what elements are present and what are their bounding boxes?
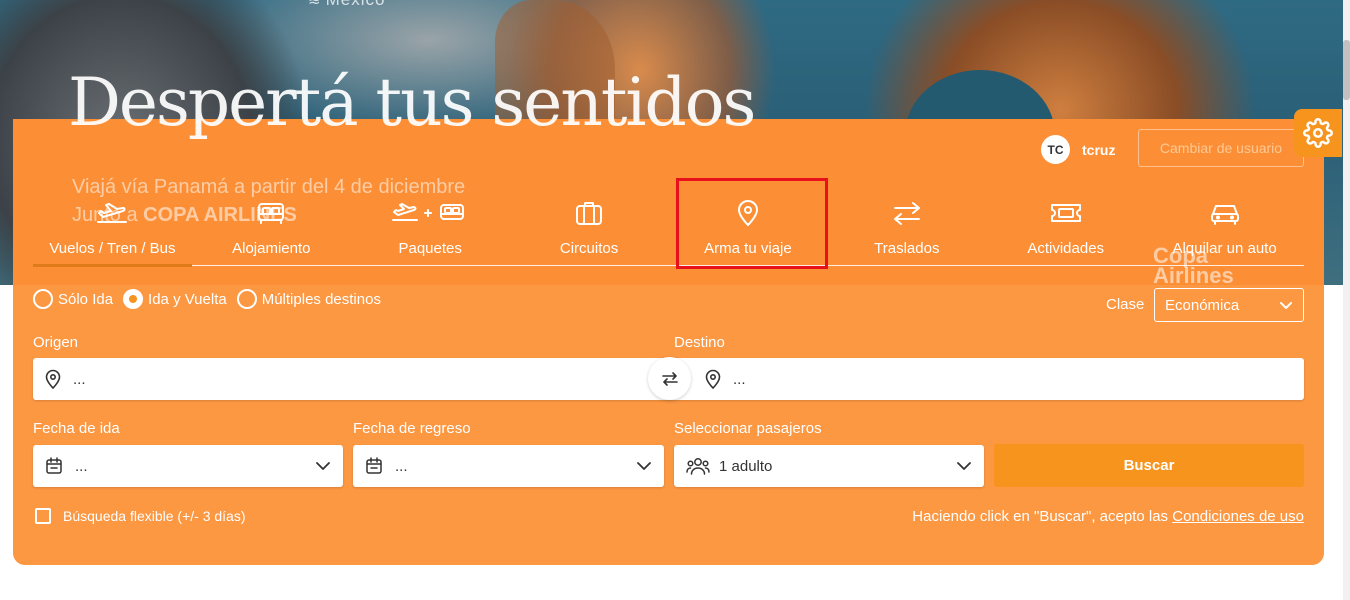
tab-circuitos[interactable]: Circuitos (510, 190, 669, 265)
calendar-icon (46, 457, 62, 474)
bed-icon (258, 203, 285, 224)
search-button[interactable]: Buscar (994, 444, 1304, 487)
departure-date-input[interactable]: ... (33, 445, 343, 487)
passengers-select[interactable]: 1 adulto (674, 445, 984, 487)
destination-label: Destino (674, 334, 725, 351)
change-user-button[interactable]: Cambiar de usuario (1138, 129, 1304, 167)
radio-dot (33, 289, 53, 309)
tab-paquetes[interactable]: Paquetes (351, 190, 510, 265)
settings-button[interactable] (1294, 109, 1342, 157)
chevron-down-icon (957, 462, 971, 470)
tab-label: Arma tu viaje (704, 240, 792, 257)
scrollbar[interactable] (1343, 0, 1350, 600)
product-tabs: Vuelos / Tren / Bus Alojamiento Paquetes… (33, 190, 1304, 267)
tab-actividades[interactable]: Actividades (986, 190, 1145, 265)
tab-vuelos[interactable]: Vuelos / Tren / Bus (33, 190, 192, 267)
plane-plus-bed-icon (392, 203, 465, 221)
map-pin-icon (705, 369, 721, 389)
swap-button[interactable] (648, 357, 691, 400)
destination-value: ... (733, 370, 746, 388)
flexible-checkbox[interactable] (35, 508, 51, 524)
destination-input[interactable]: ... (669, 358, 1304, 400)
terms-link[interactable]: Condiciones de uso (1172, 508, 1304, 525)
chevron-down-icon (316, 462, 330, 470)
origin-label: Origen (33, 334, 79, 351)
terms-text: Haciendo click en "Buscar", acepto las (912, 508, 1173, 525)
tab-label: Paquetes (398, 240, 462, 257)
tab-traslados[interactable]: Traslados (827, 190, 986, 265)
arrows-swap-icon (893, 202, 920, 225)
passengers-value: 1 adulto (719, 457, 773, 475)
tab-label: Actividades (1027, 240, 1105, 257)
class-label: Clase (1106, 296, 1145, 313)
plane-takeoff-icon (97, 203, 128, 223)
hero-headline: Despertá tus sentidos (68, 64, 756, 141)
map-pin-icon (45, 369, 61, 389)
avatar: TC (1041, 135, 1070, 164)
return-label: Fecha de regreso (353, 420, 471, 437)
brand-top-text: Mexico (326, 0, 386, 9)
chevron-down-icon (1280, 302, 1292, 309)
flexible-label: Búsqueda flexible (+/- 3 días) (63, 508, 246, 524)
page: ≋Mexico Despertá tus sentidos Viajá vía … (0, 0, 1350, 600)
ticket-icon (1050, 204, 1081, 222)
users-icon (686, 458, 710, 475)
tab-label: Alojamiento (232, 240, 311, 257)
radio-dot (236, 289, 257, 309)
username: tcruz (1082, 141, 1116, 158)
radio-label: Múltiples destinos (261, 290, 381, 308)
class-value: Económica (1165, 296, 1240, 314)
radio-label: Ida y Vuelta (148, 290, 227, 308)
return-value: ... (395, 457, 408, 475)
calendar-icon (366, 457, 382, 474)
tab-label: Vuelos / Tren / Bus (49, 240, 176, 257)
car-icon (1210, 205, 1239, 225)
radio-solo-ida[interactable]: Sólo Ida (33, 289, 113, 309)
departure-value: ... (75, 457, 88, 475)
tab-alojamiento[interactable]: Alojamiento (192, 190, 351, 265)
tab-label: Alquilar un auto (1172, 240, 1277, 257)
class-select[interactable]: Económica (1154, 288, 1304, 322)
user-chip[interactable]: TC tcruz (1041, 135, 1115, 164)
radio-multiples-destinos[interactable]: Múltiples destinos (236, 289, 381, 309)
waves-icon: ≋ (308, 0, 322, 9)
flexible-search[interactable]: Búsqueda flexible (+/- 3 días) (35, 508, 246, 524)
trip-type-group: Sólo Ida Ida y Vuelta Múltiples destinos (33, 289, 381, 309)
origin-value: ... (73, 370, 86, 388)
terms-notice: Haciendo click en "Buscar", acepto las C… (912, 508, 1304, 525)
passengers-label: Seleccionar pasajeros (674, 420, 822, 437)
scrollbar-thumb[interactable] (1343, 40, 1350, 100)
origin-input[interactable]: ... (33, 358, 669, 400)
swap-arrows-icon (661, 371, 678, 386)
return-date-input[interactable]: ... (353, 445, 664, 487)
brand-top: ≋ Mexico (308, 0, 385, 10)
departure-label: Fecha de ida (33, 420, 120, 437)
map-pin-icon (737, 200, 758, 226)
tab-label: Circuitos (559, 240, 619, 257)
chevron-down-icon (637, 462, 651, 470)
tab-arma-tu-viaje[interactable]: Arma tu viaje (669, 190, 828, 265)
radio-dot (123, 289, 144, 309)
tab-label: Traslados (874, 240, 940, 257)
radio-ida-y-vuelta[interactable]: Ida y Vuelta (123, 289, 227, 309)
tab-alquilar-auto[interactable]: Alquilar un auto (1145, 190, 1304, 265)
radio-label: Sólo Ida (58, 290, 114, 308)
suitcase-icon (576, 202, 603, 225)
gear-icon (1303, 118, 1333, 148)
